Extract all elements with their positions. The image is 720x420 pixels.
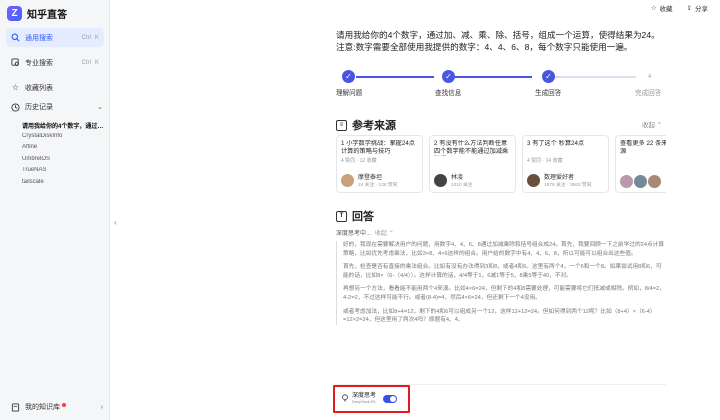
search-icon [11, 33, 20, 42]
toggle-switch[interactable] [383, 395, 398, 403]
step-search: ✓ 查找信息 [435, 70, 462, 97]
shortcut-hint: Ctrl K [81, 34, 99, 41]
app-name: 知乎直答 [27, 10, 67, 21]
check-icon: ✓ [342, 70, 355, 83]
question-text: 请用我给你的4个数字，通过加、减、乘、除、括号，组成一个运算，使得结果为24。注… [336, 30, 660, 52]
star-icon: ☆ [650, 5, 657, 12]
answer-heading: T 回答 [336, 208, 374, 224]
history-list: 请用我给你的4个数字，通过加、减、乘、除、括号，组成一个运算，使得结果为24。 … [22, 121, 106, 190]
document-icon: ≡ [336, 119, 347, 131]
star-icon: ☆ [11, 82, 20, 92]
answer-icon: T [336, 210, 347, 222]
history-item[interactable]: UmbrelOS [22, 156, 106, 168]
paragraph: 首先，检查是否有直接的乘法组合。比如有没有办法得到3和8，或者4和6。这里有两个… [343, 264, 662, 279]
avatar [634, 175, 647, 188]
step-generate: ✓ 生成回答 [535, 70, 562, 97]
history-item[interactable]: 请用我给你的4个数字，通过加、减、乘、除、括号，组成一个运算，使得结果为24。 [22, 121, 106, 133]
sources-collapse-button[interactable]: 收起 ⌃ [642, 119, 662, 129]
sidebar: Z 知乎直答 通用搜索 Ctrl K 专业搜索 Ctrl K ☆ 收藏列表 历史记录… [0, 0, 110, 420]
deep-think-highlight: 深度思考 DeepSeek-R1 [333, 385, 410, 413]
notification-dot [62, 402, 66, 407]
history-label: 历史记录 [25, 104, 53, 111]
sidebar-item-favorites[interactable]: ☆ 收藏列表 [6, 78, 104, 97]
avatar [648, 175, 661, 188]
step-understand: ✓ 理解问题 [336, 70, 363, 97]
avatar [620, 175, 633, 188]
source-cards: 1 小学数学挑战：掌握24点计算的策略与技巧 4 赞同 · 12 收藏 摩登泰坦… [336, 135, 666, 193]
knowledge-base-entry[interactable]: 我的知识库 › [11, 402, 103, 412]
expert-search-icon [11, 58, 20, 67]
sidebar-item-label: 收藏列表 [25, 84, 53, 92]
knowledge-base-label: 我的知识库 [25, 404, 60, 411]
history-item[interactable]: tailscale [22, 179, 106, 191]
sources-heading: ≡ 参考来源 [336, 117, 396, 133]
avatar [341, 173, 354, 187]
chevron-right-icon: › [100, 403, 103, 411]
paragraph: 或者考虑加法，比如8+4=12，剩下的4和6可以组成另一个12，这样12+12=… [343, 308, 656, 324]
sidebar-item-label: 通用搜索 [25, 34, 53, 42]
sidebar-item-expert-search[interactable]: 专业搜索 Ctrl K [6, 53, 104, 72]
chevron-down-icon: ⌄ [97, 104, 103, 111]
avatar [527, 173, 540, 187]
app-logo[interactable]: Z 知乎直答 [7, 6, 67, 21]
avatar [434, 173, 447, 187]
source-card[interactable]: 2 有没有什么方法判断任意四个数字能不能通过加减乘除得到24？ 林凌1010 关… [429, 135, 516, 193]
thinking-toggle[interactable]: 深度思考中... 收起 ⌃ [336, 228, 394, 237]
source-card[interactable]: 1 小学数学挑战：掌握24点计算的策略与技巧 4 赞同 · 12 收藏 摩登泰坦… [336, 135, 423, 193]
share-icon: ⇪ [686, 5, 692, 12]
progress-steps: ✓ 理解问题 ✓ 查找信息 ✓ 生成回答 4 完成回答 [336, 70, 666, 100]
sidebar-collapse-icon[interactable]: ‹ [114, 218, 117, 227]
logo-icon: Z [7, 6, 22, 21]
sidebar-item-label: 专业搜索 [25, 59, 53, 67]
top-actions: ☆ 收藏 ⇪ 分享 [651, 3, 708, 13]
history-item[interactable]: TrueNAS [22, 167, 106, 179]
paragraph: 再想另一个方法，看看能不能用两个4来凑。比如4×6=24，但剩下的4和8需要处理… [343, 286, 665, 301]
history-toggle[interactable]: 历史记录 ⌄ [11, 102, 103, 112]
knowledge-base-icon [11, 402, 20, 412]
answer-content: 深度思考中... 收起 ⌃ 好的，我现在需要解决用户的问题，用数字4、4、6、8… [336, 228, 666, 348]
favorite-button[interactable]: ☆ 收藏 [651, 3, 673, 13]
bulb-icon [341, 394, 349, 404]
more-sources-card[interactable]: 查看更多 22 条来源 [615, 135, 666, 193]
deep-think-toggle[interactable]: 深度思考 DeepSeek-R1 [341, 393, 398, 405]
history-item[interactable]: Affine [22, 144, 106, 156]
step-number: 4 [647, 73, 652, 80]
sidebar-item-general-search[interactable]: 通用搜索 Ctrl K [6, 28, 104, 47]
paragraph: 好的，我现在需要解决用户的问题，用数字4、4、6、8通过加减乘除和括号组合成24… [343, 242, 665, 257]
share-button[interactable]: ⇪ 分享 [687, 3, 708, 13]
check-icon: ✓ [442, 70, 455, 83]
shortcut-hint: Ctrl K [81, 59, 99, 66]
thinking-text: 好的，我现在需要解决用户的问题，用数字4、4、6、8通过加减乘除和括号组合成24… [336, 241, 666, 325]
step-complete: 4 完成回答 [635, 70, 703, 98]
clock-icon [11, 102, 20, 112]
check-icon: ✓ [542, 70, 555, 83]
history-item[interactable]: CrystalDiskInfo [22, 133, 106, 145]
source-card[interactable]: 3 有了这个 秒算24点 4 赞同 · 14 收藏 数理爱好者 1675 关注 ·… [522, 135, 609, 193]
